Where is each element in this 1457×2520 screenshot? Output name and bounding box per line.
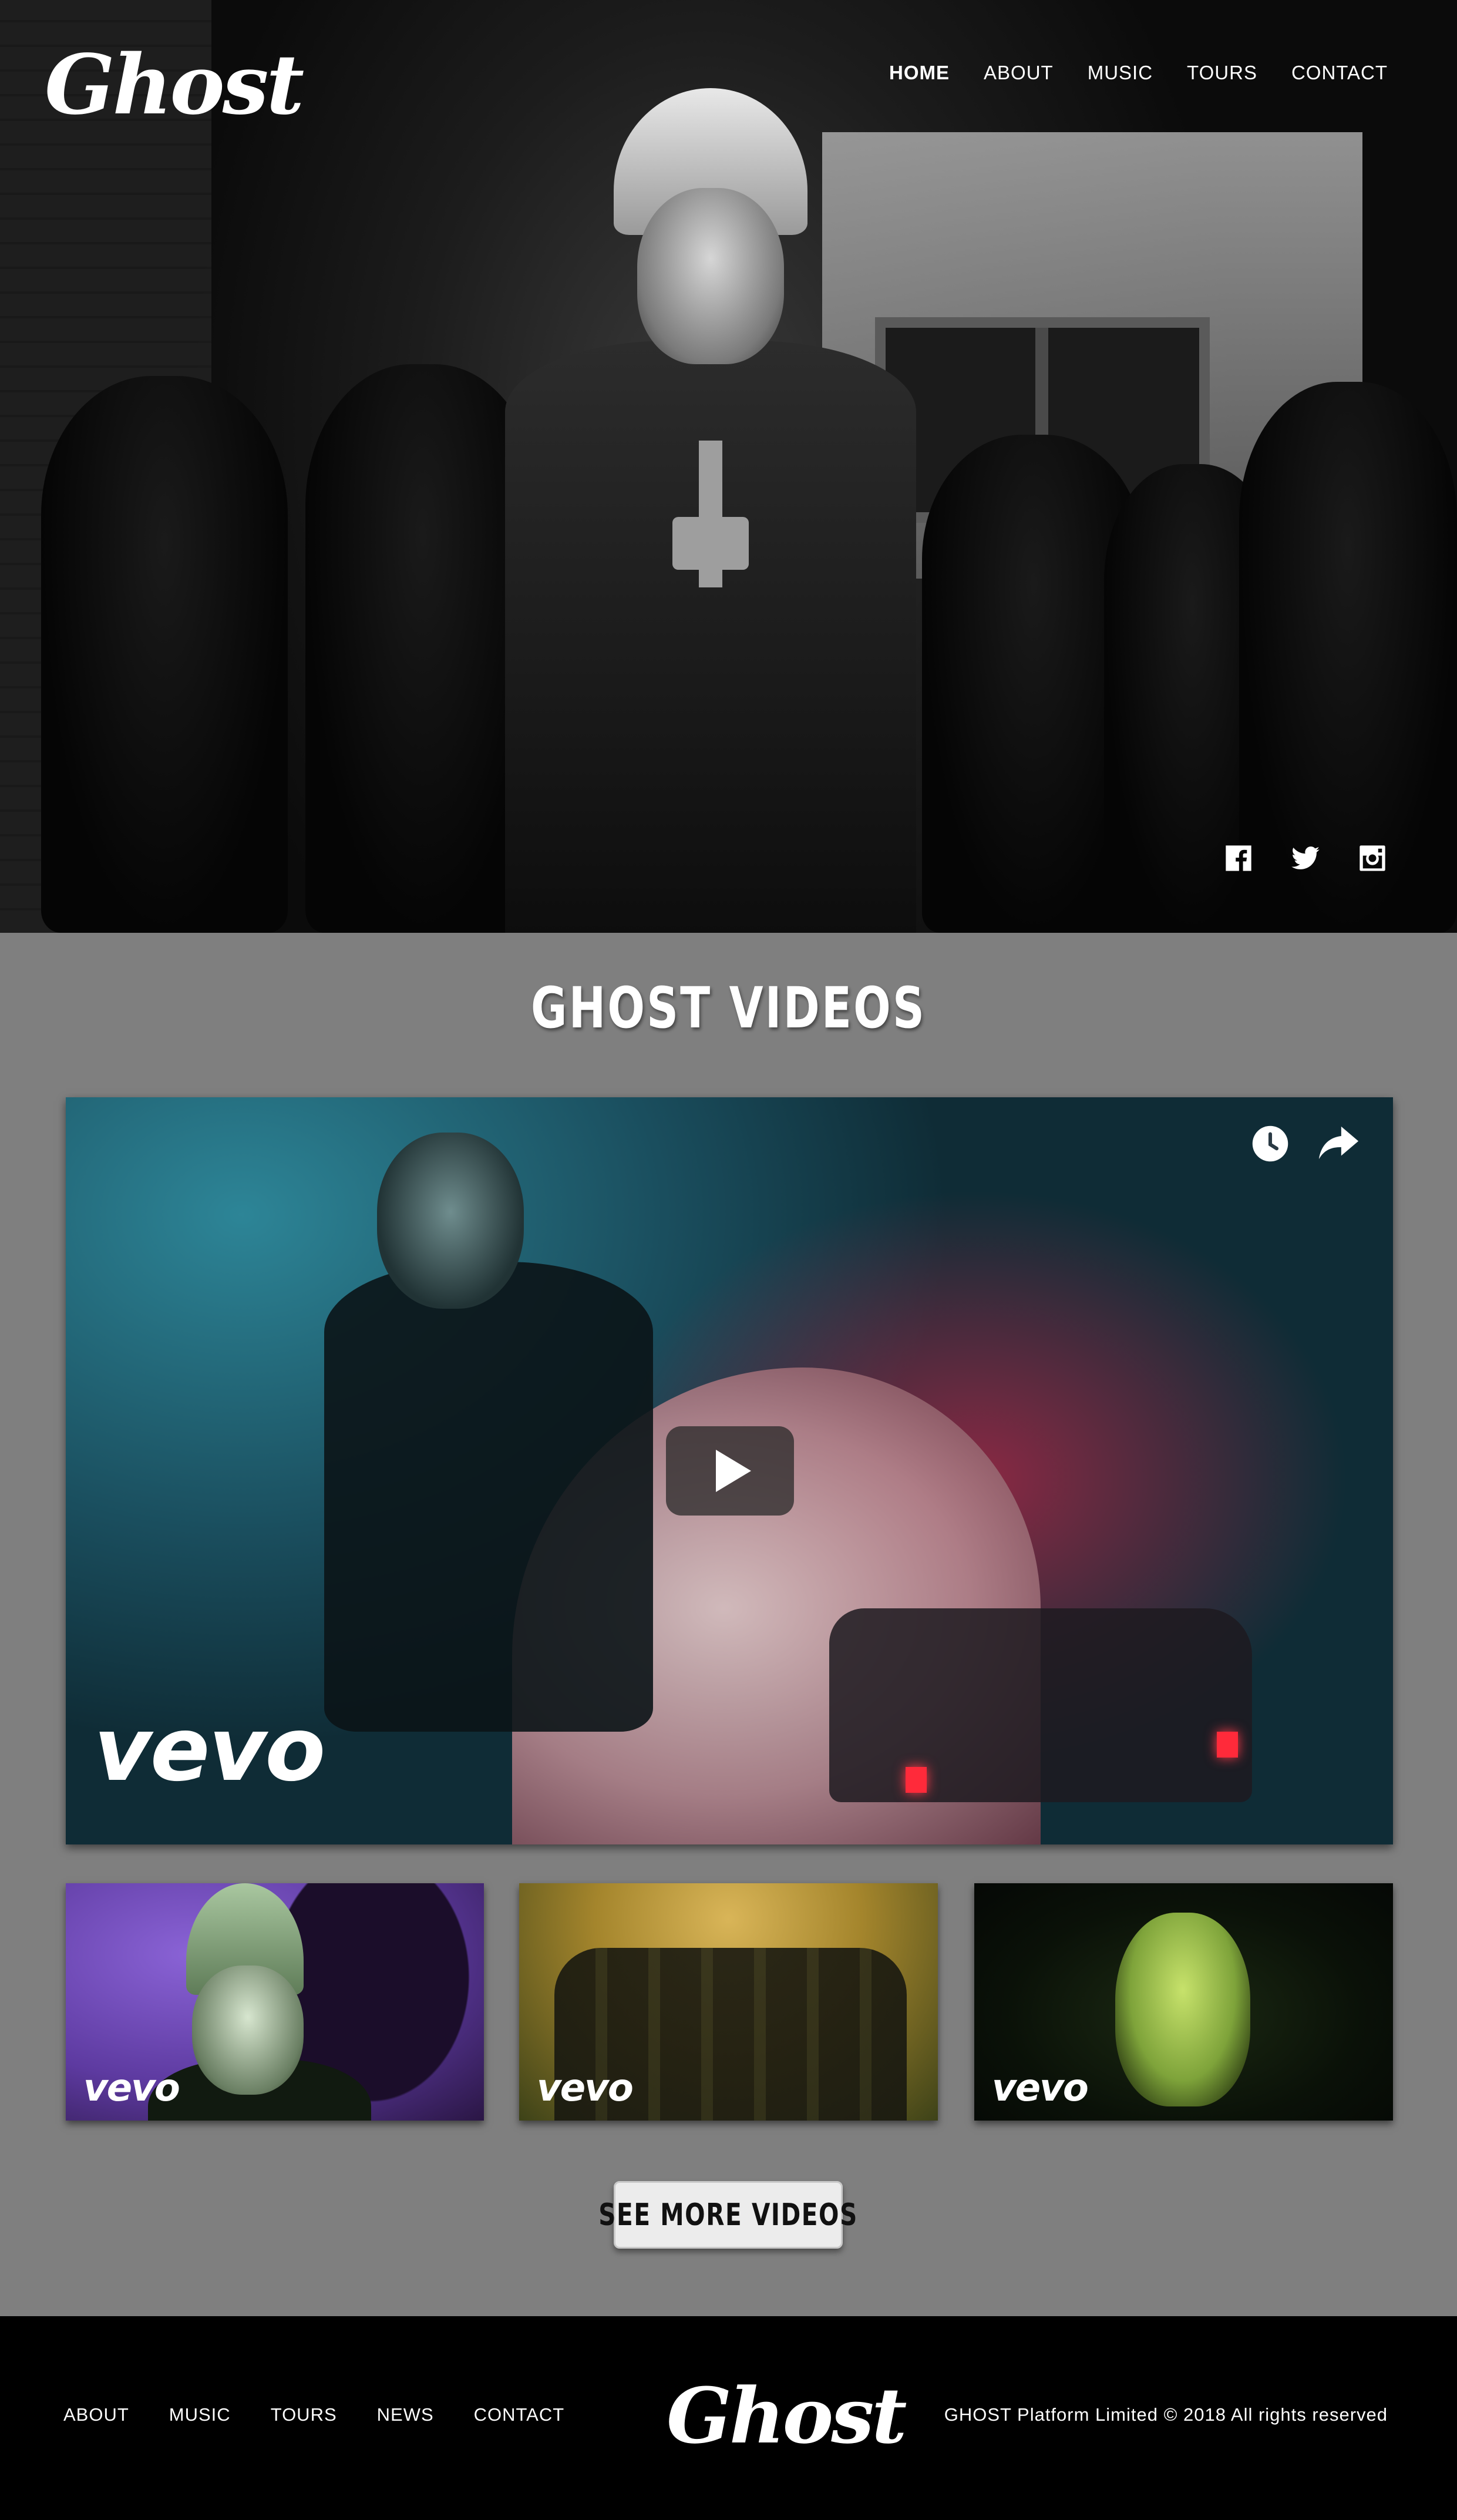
share-icon[interactable] [1315,1124,1360,1163]
hero-papa-face [637,188,784,364]
hero-ghoul-figure [41,376,288,933]
vevo-logo: vevo [537,2067,634,2110]
nav-item-contact[interactable]: CONTACT [1291,62,1388,84]
footer-nav-tours[interactable]: TOURS [271,2404,337,2425]
play-button[interactable] [666,1426,794,1516]
copyright-text: GHOST Platform Limited © 2018 All rights… [944,2404,1388,2425]
hero-banner: Ghost HOME ABOUT MUSIC TOURS CONTACT [0,0,1457,933]
see-more-videos-button[interactable]: SEE MORE VIDEOS [598,2181,857,2249]
video-rider-head [377,1133,524,1309]
video-taillight [1217,1732,1238,1758]
video-car [829,1608,1252,1802]
video-taillight [906,1767,927,1793]
nav-item-music[interactable]: MUSIC [1088,62,1153,84]
footer-nav-about[interactable]: ABOUT [63,2404,129,2425]
see-more-videos-label: SEE MORE VIDEOS [598,2197,858,2233]
main-nav: HOME ABOUT MUSIC TOURS CONTACT [889,62,1388,84]
nav-item-tours[interactable]: TOURS [1187,62,1257,84]
footer-nav-news[interactable]: NEWS [377,2404,434,2425]
hero-papa-robe [505,341,916,933]
vevo-logo: vevo [94,1699,325,1801]
video-thumbnails: vevo vevo vevo [66,1883,1393,2121]
nav-item-home[interactable]: HOME [889,62,950,84]
nav-item-about[interactable]: ABOUT [984,62,1054,84]
thumb-face [192,1965,304,2095]
thumb-face [1115,1913,1250,2106]
video-thumbnail[interactable]: vevo [974,1883,1393,2121]
section-title: GHOST VIDEOS [530,975,926,1041]
facebook-icon[interactable] [1223,843,1254,873]
site-logo[interactable]: Ghost [45,41,304,129]
social-links [1223,843,1388,873]
hero-grucifix-emblem [672,441,749,587]
twitter-icon[interactable] [1290,843,1321,873]
vevo-logo: vevo [83,2067,180,2110]
footer-nav-contact[interactable]: CONTACT [474,2404,565,2425]
play-icon [716,1450,751,1492]
clock-icon[interactable] [1251,1124,1290,1163]
video-thumbnail[interactable]: vevo [519,1883,938,2121]
footer-logo[interactable]: Ghost [667,2375,907,2457]
site-footer: ABOUT MUSIC TOURS NEWS CONTACT Ghost GHO… [0,2316,1457,2520]
vevo-logo: vevo [992,2067,1089,2110]
hero-papa-figure [505,88,916,933]
footer-nav: ABOUT MUSIC TOURS NEWS CONTACT [63,2404,564,2425]
video-rider [324,1262,653,1732]
footer-nav-music[interactable]: MUSIC [169,2404,231,2425]
main-video-player[interactable]: vevo [66,1097,1393,1844]
video-thumbnail[interactable]: vevo [66,1883,484,2121]
instagram-icon[interactable] [1357,843,1388,873]
